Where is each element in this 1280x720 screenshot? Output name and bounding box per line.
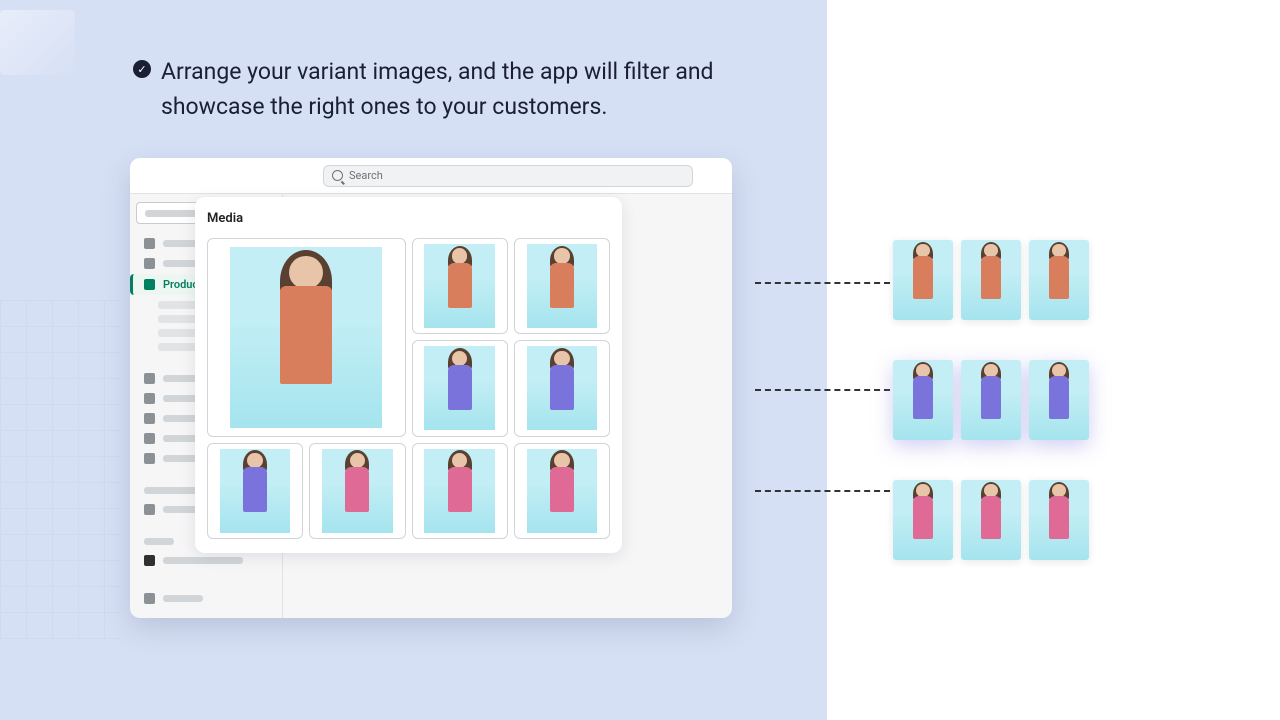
topbar: Search <box>130 158 732 194</box>
headline-row: ✓ Arrange your variant images, and the a… <box>133 55 793 124</box>
sidebar-subitem[interactable] <box>158 343 198 351</box>
result-thumb <box>961 360 1021 440</box>
media-thumb[interactable] <box>514 340 610 436</box>
headline-text: Arrange your variant images, and the app… <box>161 55 793 124</box>
tag-icon <box>144 279 155 290</box>
result-thumb <box>961 480 1021 560</box>
media-thumb-main[interactable] <box>207 238 406 437</box>
orders-icon <box>144 258 155 269</box>
sidebar-item[interactable] <box>136 551 276 570</box>
decoration <box>0 10 75 75</box>
decoration-grid <box>0 300 120 640</box>
media-panel: Media <box>195 197 622 553</box>
variant-group-orange <box>893 240 1103 320</box>
sidebar-subitem[interactable] <box>158 301 198 309</box>
media-title: Media <box>207 211 610 226</box>
result-thumb <box>1029 360 1089 440</box>
variant-result-groups <box>893 240 1103 600</box>
result-thumb <box>1029 480 1089 560</box>
media-thumb[interactable] <box>514 443 610 539</box>
check-icon: ✓ <box>133 60 151 78</box>
sidebar-item-settings[interactable] <box>136 589 276 608</box>
connector-line <box>755 490 890 492</box>
variant-group-pink <box>893 480 1103 560</box>
media-thumb[interactable] <box>309 443 405 539</box>
customers-icon <box>144 373 155 384</box>
media-thumb[interactable] <box>514 238 610 334</box>
search-input[interactable]: Search <box>323 165 693 187</box>
result-thumb <box>893 360 953 440</box>
result-thumb <box>1029 240 1089 320</box>
variant-group-purple <box>893 360 1103 440</box>
content-icon <box>144 393 155 404</box>
media-thumb[interactable] <box>412 238 508 334</box>
media-thumb[interactable] <box>412 443 508 539</box>
search-icon <box>332 170 343 181</box>
result-thumb <box>961 240 1021 320</box>
media-thumb[interactable] <box>412 340 508 436</box>
search-placeholder: Search <box>349 169 383 182</box>
analytics-icon <box>144 413 155 424</box>
media-thumb[interactable] <box>207 443 303 539</box>
gear-icon <box>144 593 155 604</box>
result-thumb <box>893 240 953 320</box>
result-thumb <box>893 480 953 560</box>
discounts-icon <box>144 453 155 464</box>
connector-line <box>755 282 890 284</box>
marketing-icon <box>144 433 155 444</box>
store-icon <box>144 504 155 515</box>
app-icon <box>144 555 155 566</box>
connector-line <box>755 389 890 391</box>
media-grid <box>207 238 610 539</box>
home-icon <box>144 238 155 249</box>
